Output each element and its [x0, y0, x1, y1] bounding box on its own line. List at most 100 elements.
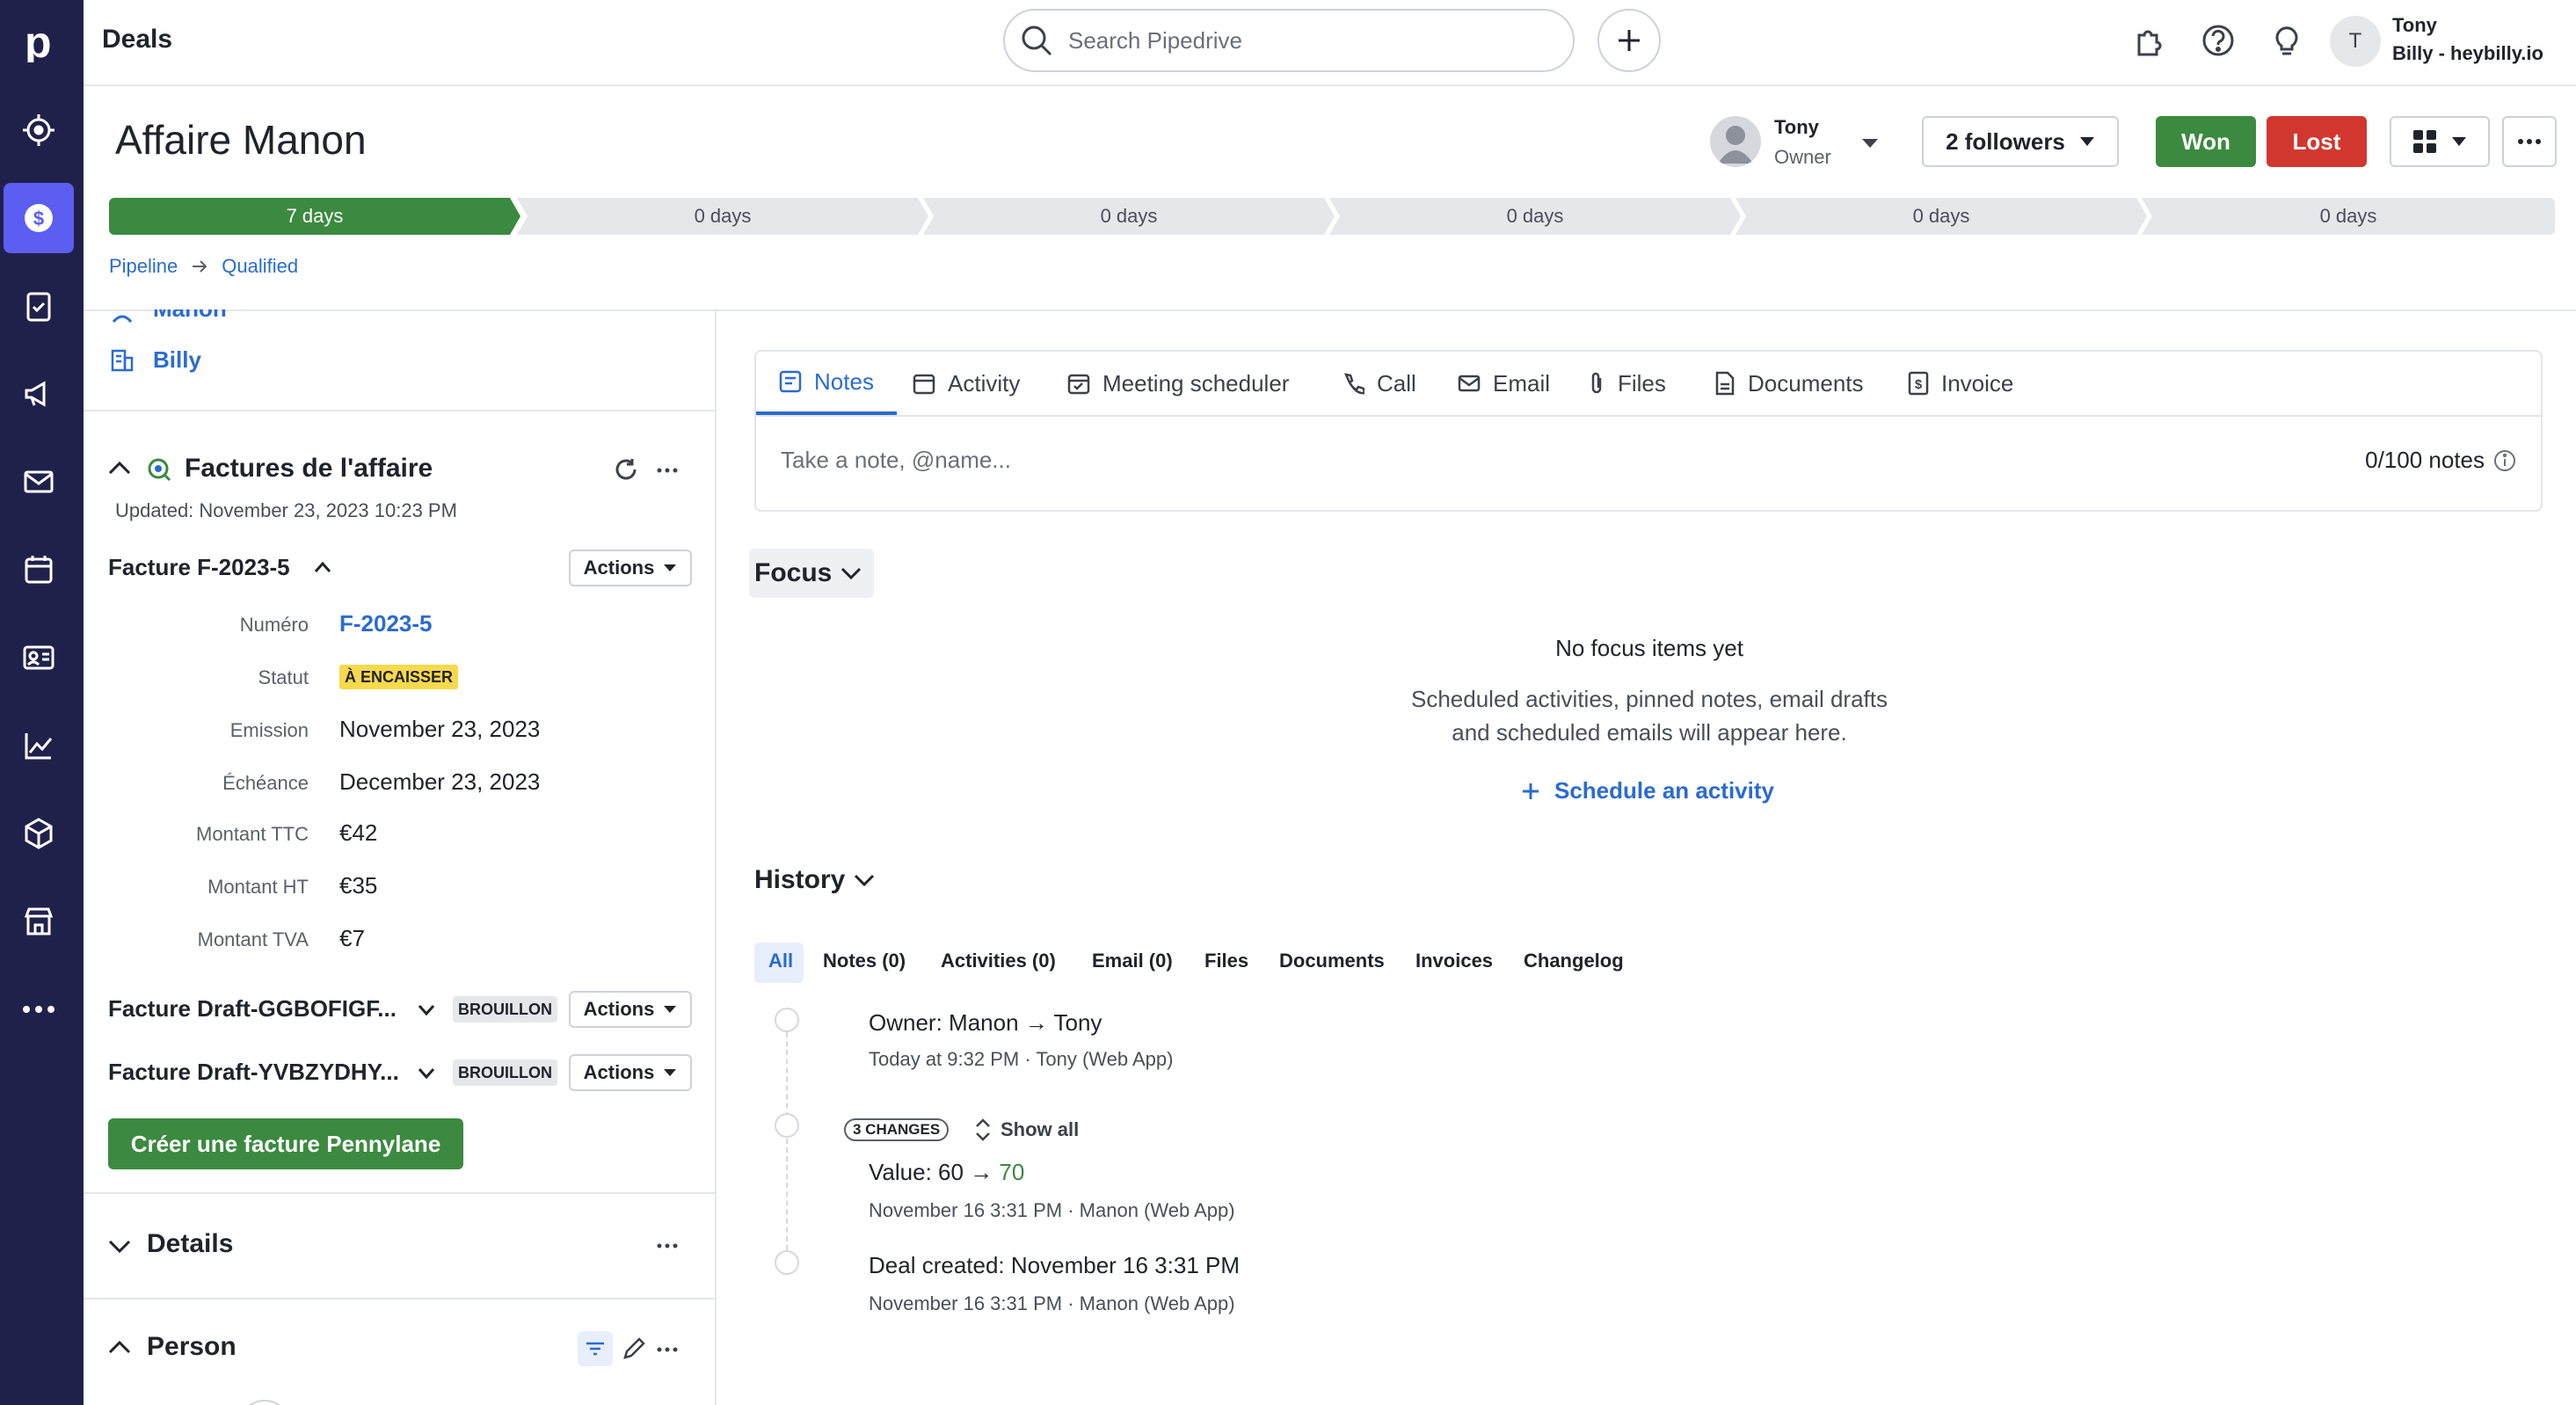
add-button[interactable] [1597, 9, 1661, 72]
stage-1[interactable]: 7 days [109, 198, 520, 235]
stage-2[interactable]: 0 days [517, 198, 928, 235]
stage-5[interactable]: 0 days [1736, 198, 2147, 235]
history-toggle[interactable]: History [754, 865, 875, 895]
draft-invoice-title[interactable]: Facture Draft-GGBOFIGF... [108, 995, 397, 1023]
history-filter-notes[interactable]: Notes (0) [823, 950, 906, 972]
lost-button[interactable]: Lost [2267, 116, 2367, 167]
tab-notes[interactable]: Notes [756, 352, 897, 415]
search-bar[interactable]: Search Pipedrive [1003, 9, 1575, 72]
contact-organization-link[interactable]: Billy [153, 346, 201, 374]
ellipsis-icon[interactable] [657, 468, 678, 473]
ellipsis-icon[interactable] [657, 1243, 678, 1248]
products-icon[interactable] [4, 798, 74, 869]
tab-label: Meeting scheduler [1102, 369, 1290, 397]
contact-person-link[interactable]: Manon [153, 309, 227, 323]
info-icon[interactable] [2493, 449, 2516, 472]
field-label: Statut [258, 666, 309, 688]
chevron-down-icon [2079, 137, 2094, 146]
extensions-icon[interactable] [2132, 23, 2167, 58]
tabs-divider [756, 415, 2541, 417]
timeline-dot [775, 1113, 799, 1138]
history-filter-all[interactable]: All [768, 950, 793, 972]
deal-title[interactable]: Affaire Manon [115, 116, 367, 164]
changes-count-badge: 3 CHANGES [844, 1118, 950, 1141]
stage-4[interactable]: 0 days [1329, 198, 1741, 235]
chevron-down-icon [664, 564, 677, 571]
tab-call[interactable]: Call [1342, 352, 1416, 415]
note-input[interactable]: Take a note, @name... [781, 447, 1011, 474]
won-button[interactable]: Won [2156, 116, 2256, 167]
breadcrumb-pipeline[interactable]: Pipeline [109, 255, 178, 278]
actions-label: Actions [583, 1061, 655, 1083]
plus-icon [1523, 783, 1539, 799]
chevron-down-icon[interactable] [108, 1240, 131, 1254]
event-label: Owner [869, 1009, 936, 1036]
tab-meeting-scheduler[interactable]: Meeting scheduler [1067, 352, 1289, 415]
contacts-icon[interactable] [4, 622, 74, 693]
schedule-activity-link[interactable]: Schedule an activity [1521, 777, 1774, 804]
tab-files[interactable]: Files [1588, 352, 1666, 415]
plus-icon [1619, 30, 1640, 51]
chevron-up-icon[interactable] [108, 461, 131, 475]
focus-toggle[interactable]: Focus [749, 549, 875, 598]
draft-invoice-title[interactable]: Facture Draft-YVBZYDHY... [108, 1059, 399, 1086]
chevron-down-icon[interactable] [418, 1004, 435, 1016]
campaigns-icon[interactable] [4, 359, 74, 429]
history-event-meta: November 16 3:31 PM · Manon (Web App) [869, 1199, 1235, 1221]
marketplace-icon[interactable] [4, 886, 74, 957]
filter-button[interactable] [578, 1331, 613, 1366]
owner-chevron-down-icon[interactable] [1860, 137, 1880, 149]
event-text: Manon → Tony [949, 1009, 1102, 1036]
stage-6[interactable]: 0 days [2142, 198, 2555, 235]
chevron-up-icon[interactable] [108, 1340, 131, 1354]
tab-activity[interactable]: Activity [913, 352, 1020, 415]
actions-label: Actions [583, 998, 655, 1020]
tab-email[interactable]: Email [1458, 352, 1550, 415]
view-switcher-button[interactable] [2390, 116, 2490, 167]
activities-icon[interactable] [4, 271, 74, 341]
pipedrive-logo[interactable]: p [4, 5, 74, 76]
edit-icon[interactable] [622, 1336, 646, 1361]
focus-empty-line-1: Scheduled activities, pinned notes, emai… [1411, 686, 1888, 712]
history-filter-files[interactable]: Files [1204, 950, 1248, 972]
calendar-icon[interactable] [4, 535, 74, 605]
more-actions-button[interactable] [2502, 116, 2557, 167]
stage-3[interactable]: 0 days [923, 198, 1335, 235]
deals-icon[interactable]: $ [4, 183, 74, 253]
draft-actions-button[interactable]: Actions [569, 1054, 692, 1091]
refresh-icon[interactable] [613, 457, 639, 484]
history-filter-email[interactable]: Email (0) [1092, 950, 1173, 972]
chevron-down-icon[interactable] [418, 1067, 435, 1080]
mail-icon[interactable] [4, 447, 74, 517]
show-all-button[interactable]: Show all [974, 1118, 1079, 1141]
breadcrumb-stage[interactable]: Qualified [222, 255, 298, 278]
followers-label: 2 followers [1946, 127, 2065, 155]
ellipsis-icon[interactable] [657, 1347, 678, 1352]
tab-documents[interactable]: Documents [1714, 352, 1864, 415]
owner-avatar [1710, 116, 1761, 167]
chevron-up-icon[interactable] [314, 561, 331, 573]
draft-actions-button[interactable]: Actions [569, 991, 692, 1028]
invoice-number-link[interactable]: F-2023-5 [339, 610, 433, 637]
history-filter-invoices[interactable]: Invoices [1415, 950, 1493, 972]
help-icon[interactable] [2201, 23, 2236, 58]
chevron-down-icon [855, 874, 875, 886]
followers-button[interactable]: 2 followers [1922, 116, 2119, 167]
history-filter-documents[interactable]: Documents [1279, 950, 1385, 972]
history-filter-activities[interactable]: Activities (0) [941, 950, 1056, 972]
notes-counter: 0/100 notes [2365, 447, 2516, 474]
history-filter-changelog[interactable]: Changelog [1524, 950, 1624, 972]
tab-invoice[interactable]: $ Invoice [1908, 352, 2013, 415]
details-section-title[interactable]: Details [147, 1229, 233, 1259]
leads-icon[interactable] [4, 95, 74, 165]
user-company: Billy - heybilly.io [2392, 42, 2543, 64]
person-section-title[interactable]: Person [147, 1332, 236, 1362]
create-invoice-button[interactable]: Créer une facture Pennylane [108, 1118, 463, 1169]
insights-icon[interactable] [4, 710, 74, 781]
page-title: Deals [102, 25, 173, 54]
lightbulb-icon[interactable] [2269, 23, 2304, 58]
more-icon[interactable] [4, 974, 74, 1045]
avatar[interactable]: T [2330, 16, 2381, 67]
invoice-actions-button[interactable]: Actions [569, 550, 692, 586]
search-input[interactable]: Search Pipedrive [1068, 27, 1242, 55]
